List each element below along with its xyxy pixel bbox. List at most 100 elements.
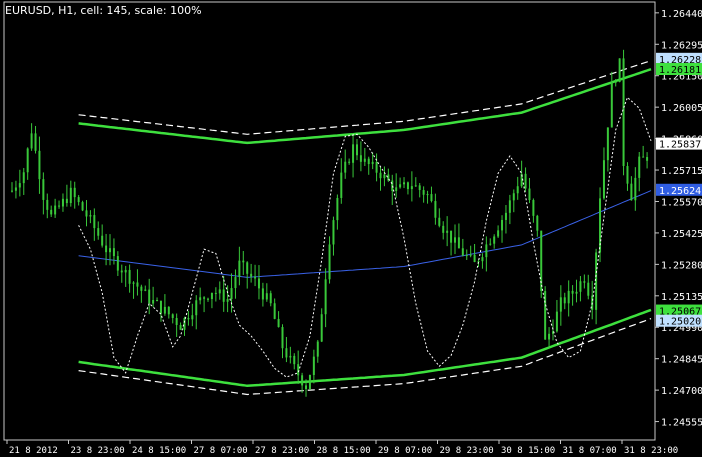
candle-body (26, 148, 29, 173)
candle-body (328, 244, 331, 280)
candle-body (567, 290, 570, 304)
candle-body (250, 273, 253, 277)
candle-body (30, 133, 33, 149)
candle-body (312, 356, 315, 375)
candle-body (58, 205, 61, 207)
candle-body (438, 217, 441, 226)
candle-body (163, 306, 166, 314)
candle-body (352, 144, 355, 163)
candle-body (634, 177, 637, 201)
candle-body (156, 300, 159, 302)
candle-body (128, 269, 131, 284)
candle-body (501, 219, 504, 231)
candle-body (93, 215, 96, 229)
candle-body (485, 244, 488, 258)
y-tick-label: 1.24845 (661, 355, 702, 366)
candle-body (497, 230, 500, 237)
candle-body (336, 197, 339, 221)
candle-body (265, 293, 268, 300)
candle-body (434, 201, 437, 218)
smoothed-price-line (78, 96, 652, 378)
candle-body (34, 133, 37, 151)
candle-body (555, 311, 558, 332)
candle-body (575, 291, 578, 294)
candle-body (38, 150, 41, 180)
candle-body (46, 199, 49, 210)
candle-body (536, 215, 539, 231)
candle-body (375, 161, 378, 173)
candle-body (602, 160, 605, 199)
y-tick-label: 1.24700 (661, 386, 702, 397)
candle-body (187, 318, 190, 320)
price-chart[interactable]: 1.264401.262951.261501.260051.258601.257… (0, 0, 702, 457)
candle-body (508, 200, 511, 213)
candle-body (257, 278, 260, 289)
candle-body (532, 200, 535, 216)
candle-body (195, 300, 198, 316)
candle-body (344, 161, 347, 173)
candle-body (395, 187, 398, 191)
candle-body (493, 236, 496, 244)
candle-body (512, 193, 515, 201)
candle-body (638, 156, 641, 178)
y-tick-label: 1.24555 (661, 418, 702, 429)
candle-body (453, 237, 456, 243)
price-tag-label: 1.25624 (659, 186, 701, 197)
candle-body (207, 298, 210, 300)
candle-body (305, 385, 308, 390)
center-channel-line (78, 190, 652, 278)
candle-body (414, 185, 417, 187)
candle-body (297, 364, 300, 376)
x-tick-label: 23 8 23:00 (71, 446, 125, 456)
candle-body (273, 303, 276, 319)
y-tick-label: 1.25570 (661, 197, 702, 208)
x-tick-label: 24 8 15:00 (132, 446, 186, 456)
candle-body (109, 248, 112, 253)
candle-body (175, 318, 178, 325)
candle-body (301, 375, 304, 386)
candle-body (442, 225, 445, 233)
candle-body (332, 220, 335, 245)
candle-body (489, 243, 492, 245)
candle-body (136, 282, 139, 287)
candle-body (281, 327, 284, 349)
candle-body (234, 277, 237, 289)
candle-body (340, 172, 343, 198)
candle-body (642, 156, 645, 158)
candle-body (269, 293, 272, 304)
candle-body (403, 182, 406, 185)
candle-body (379, 172, 382, 179)
candle-body (571, 290, 574, 294)
x-tick-label: 27 8 07:00 (194, 446, 248, 456)
candle-body (171, 314, 174, 319)
candle-body (614, 81, 617, 83)
chart-window[interactable]: 1.264401.262951.261501.260051.258601.257… (0, 0, 702, 457)
candle-body (383, 174, 386, 179)
x-tick-label: 29 8 07:00 (378, 446, 432, 456)
candle-body (606, 127, 609, 161)
candle-body (120, 270, 123, 273)
x-tick-label: 30 8 15:00 (501, 446, 555, 456)
candle-body (230, 288, 233, 300)
candle-body (583, 281, 586, 283)
candle-body (473, 254, 476, 263)
y-tick-label: 1.25280 (661, 260, 702, 271)
candle-body (324, 279, 327, 315)
y-tick-label: 1.26005 (661, 103, 702, 114)
candle-body (548, 333, 551, 340)
candle-body (289, 355, 292, 358)
x-tick-label: 21 8 2012 (9, 446, 58, 456)
candle-body (73, 187, 76, 198)
candle-body (446, 230, 449, 233)
candle-body (50, 209, 53, 215)
y-tick-label: 1.26440 (661, 9, 702, 20)
candle-body (132, 282, 135, 284)
candle-body (359, 155, 362, 162)
candle-body (622, 58, 625, 167)
candle-body (367, 158, 370, 165)
candle-body (587, 282, 590, 296)
upper-channel-line (78, 68, 652, 145)
candle-body (11, 190, 13, 192)
candle-body (277, 318, 280, 328)
y-tick-label: 1.25715 (661, 166, 702, 177)
